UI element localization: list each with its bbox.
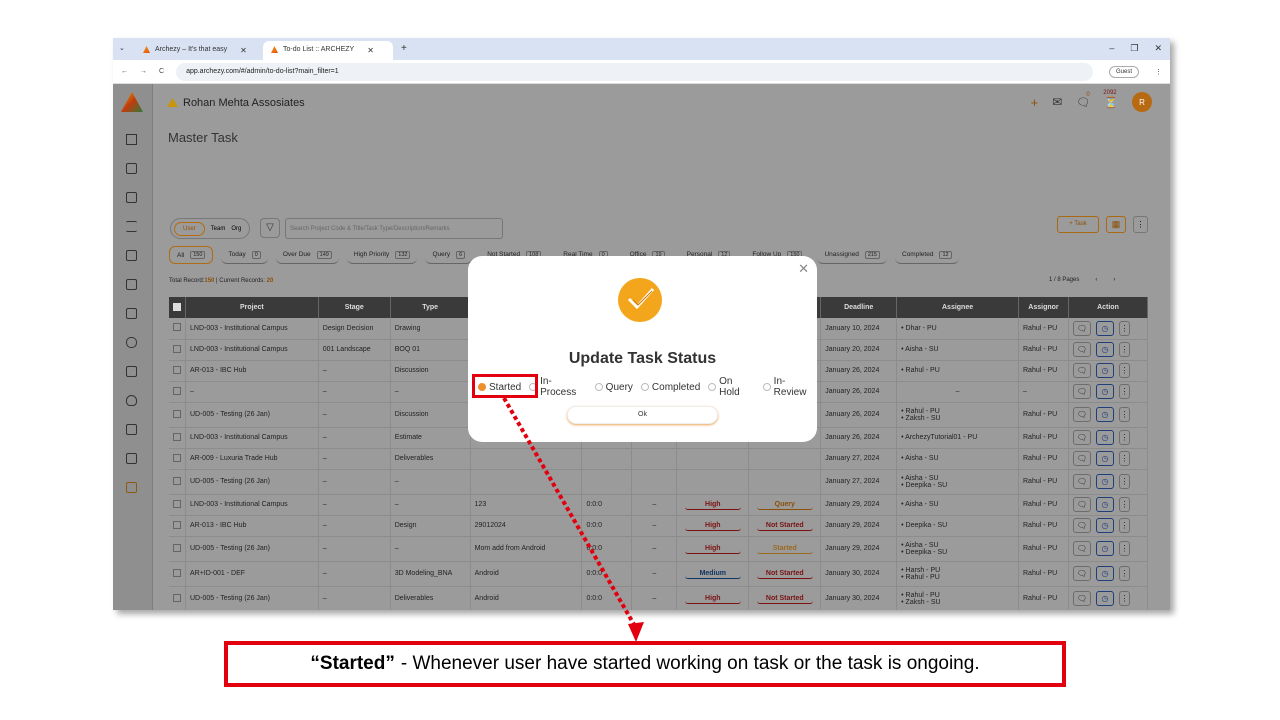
pointer-arrow <box>502 397 644 642</box>
annotation-callout: “Started” - Whenever user have started wo… <box>224 641 1066 687</box>
callout-text: - Whenever user have started working on … <box>400 653 980 674</box>
callout-term: “Started” <box>310 653 395 674</box>
